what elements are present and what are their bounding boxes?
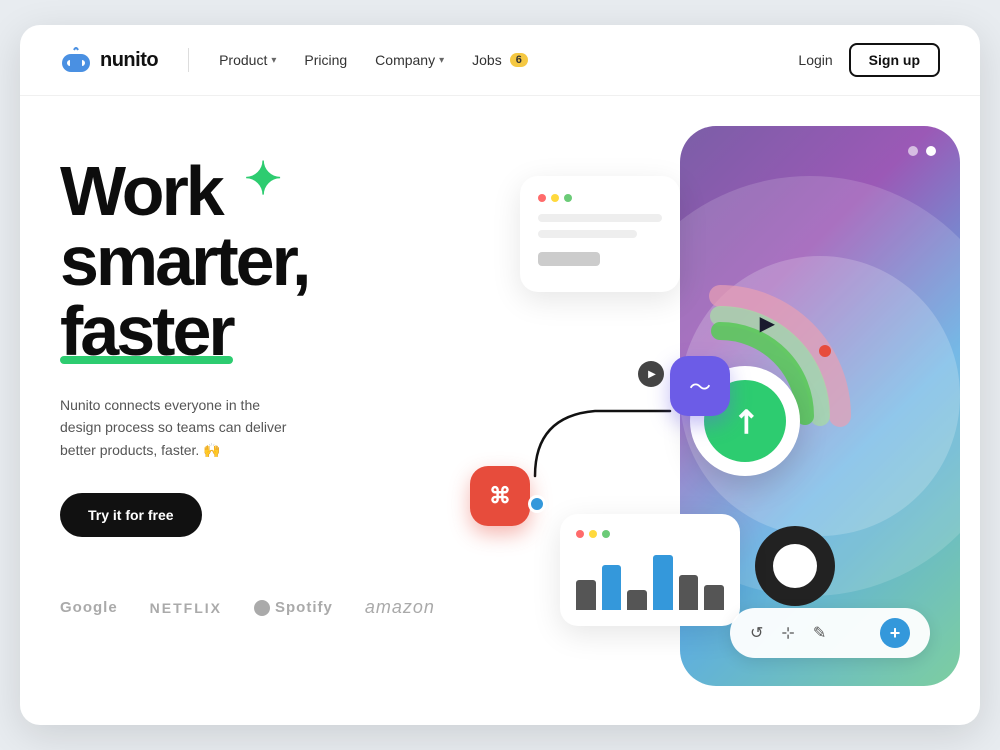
hero-description: Nunito connects everyone in the design p… (60, 394, 300, 461)
nav-divider (188, 48, 189, 72)
bar-chart (576, 550, 724, 610)
nav-product[interactable]: Product ▾ (219, 52, 276, 68)
brand-amazon: amazon (365, 597, 435, 618)
navbar: nunito Product ▾ Pricing Company ▾ Jobs … (20, 25, 980, 96)
share-icon[interactable]: ⊹ (781, 623, 794, 643)
dot-yellow (551, 194, 559, 202)
card-bottom (560, 514, 740, 626)
phone-dot-2 (926, 146, 936, 156)
chart-traffic-lights (576, 530, 724, 538)
bar-item (679, 575, 699, 610)
bar-item (704, 585, 724, 610)
spotify-icon (254, 600, 270, 616)
hero-underline: faster (60, 296, 233, 366)
wave-button[interactable]: 〜 (670, 356, 730, 416)
nav-links: Product ▾ Pricing Company ▾ Jobs 6 (219, 52, 798, 68)
bar-item (602, 565, 622, 610)
arrow-northeast-icon: ↗ (722, 398, 768, 444)
hero-title: Work ✦ smarter, faster (60, 156, 440, 366)
card-line-3 (538, 252, 600, 266)
phone-toolbar: ↺ ⊹ ✎ + (730, 608, 930, 658)
card-traffic-lights (538, 194, 662, 202)
edit-icon[interactable]: ✎ (813, 623, 826, 643)
play-button[interactable]: ▶ (638, 361, 664, 387)
brand-netflix: NETFLIX (150, 600, 222, 616)
brand-google: Google (60, 599, 118, 616)
sparkle-icon: ✦ (244, 156, 279, 201)
hero-left: Work ✦ smarter, faster Nunito connects e… (60, 136, 440, 676)
dark-ring (755, 526, 835, 606)
cta-button[interactable]: Try it for free (60, 493, 202, 537)
product-chevron-icon: ▾ (271, 55, 276, 66)
card-line-1 (538, 214, 662, 222)
dot-red (538, 194, 546, 202)
hero-section: Work ✦ smarter, faster Nunito connects e… (20, 96, 980, 716)
play-icon: ▶ (648, 369, 656, 380)
card-line-2 (538, 230, 637, 238)
card-top (520, 176, 680, 292)
add-button[interactable]: + (880, 618, 910, 648)
jobs-badge: 6 (510, 53, 528, 67)
chart-dot-green (602, 530, 610, 538)
login-button[interactable]: Login (798, 52, 832, 68)
page-wrapper: nunito Product ▾ Pricing Company ▾ Jobs … (20, 25, 980, 725)
dark-ring-inner (773, 544, 817, 588)
command-icon: ⌘ (489, 483, 511, 509)
nav-right: Login Sign up (798, 43, 940, 77)
chart-dot-red (576, 530, 584, 538)
brand-spotify: Spotify (254, 599, 333, 616)
refresh-icon[interactable]: ↺ (750, 623, 763, 643)
hero-visual: ↗ ▶ (440, 136, 940, 676)
connector-dot (528, 495, 546, 513)
nav-jobs[interactable]: Jobs 6 (472, 52, 528, 68)
logo-icon (60, 46, 92, 74)
phone-dot-1 (908, 146, 918, 156)
chart-dot-yellow (589, 530, 597, 538)
brand-logos: Google NETFLIX Spotify amazon (60, 597, 440, 618)
company-chevron-icon: ▾ (439, 55, 444, 66)
bar-item (653, 555, 673, 610)
logo-text: nunito (100, 49, 158, 72)
waveform-icon: 〜 (689, 370, 711, 402)
phone-status-dots (908, 146, 936, 156)
nav-company[interactable]: Company ▾ (375, 52, 444, 68)
logo-area[interactable]: nunito (60, 46, 158, 74)
nav-pricing[interactable]: Pricing (304, 52, 347, 68)
cursor-icon: ▶ (760, 311, 775, 336)
dot-green (564, 194, 572, 202)
bar-item (627, 590, 647, 610)
signup-button[interactable]: Sign up (849, 43, 940, 77)
bar-item (576, 580, 596, 610)
command-button[interactable]: ⌘ (470, 466, 530, 526)
